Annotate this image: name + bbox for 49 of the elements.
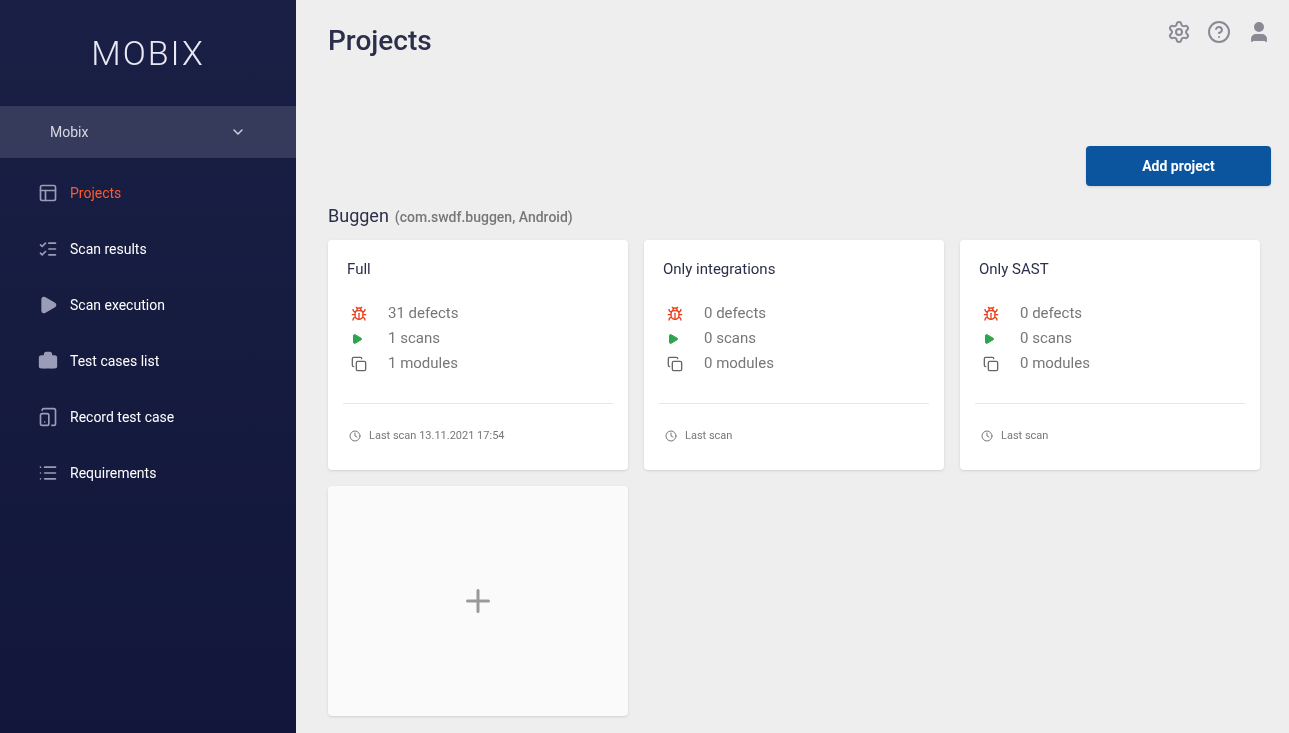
play-icon — [38, 295, 58, 315]
settings-icon[interactable] — [1167, 20, 1191, 44]
last-scan-text: Last scan — [1001, 427, 1049, 444]
checklist-icon — [38, 239, 58, 259]
bug-icon — [667, 305, 683, 322]
stat-text: 31 defects — [388, 303, 459, 325]
panel-icon — [38, 183, 58, 203]
play-icon — [983, 332, 995, 345]
clock-icon — [981, 429, 993, 442]
bug-icon — [983, 305, 999, 322]
play-icon — [351, 332, 363, 345]
stat-text: 0 scans — [1020, 328, 1072, 350]
add-project-button[interactable]: Add project — [1086, 146, 1271, 186]
card-title: Only integrations — [662, 259, 777, 280]
config-card[interactable]: Full 31 defects 1 scans 1 modules Last scan 13.11.2021 17:54 — [328, 240, 628, 470]
nav-item[interactable]: Scan results — [0, 221, 296, 277]
play-icon — [667, 332, 679, 345]
nav-item[interactable]: Record test case — [0, 389, 296, 445]
clock-icon — [349, 429, 361, 442]
card-title: Only SAST — [978, 259, 1050, 280]
card-title: Full — [346, 259, 372, 280]
stat-text: 0 defects — [704, 303, 767, 325]
bug-icon — [351, 305, 367, 322]
list-icon — [38, 463, 58, 483]
config-card[interactable]: Only integrations 0 defects 0 scans 0 modules Last scan — [644, 240, 944, 470]
workspace-dropdown[interactable]: Mobix — [0, 106, 296, 158]
logo: MOBIX — [91, 31, 205, 75]
nav-item[interactable]: Projects — [0, 165, 296, 221]
project-meta: (com.swdf.buggen, Android) — [394, 208, 573, 227]
stat-text: 0 scans — [704, 328, 756, 350]
nav-item[interactable]: Scan execution — [0, 277, 296, 333]
stat-text: 0 defects — [1020, 303, 1083, 325]
stat-text: 1 modules — [388, 353, 458, 375]
last-scan-text: Last scan 13.11.2021 17:54 — [369, 427, 505, 444]
clock-icon — [665, 429, 677, 442]
copy-icon — [351, 355, 367, 372]
briefcase-icon — [38, 351, 58, 371]
page-title: Projects — [328, 23, 432, 59]
project-name: Buggen — [328, 204, 389, 228]
last-scan-text: Last scan — [685, 427, 733, 444]
stat-text: 0 modules — [704, 353, 774, 375]
nav-item[interactable]: Test cases list — [0, 333, 296, 389]
copy-icon — [983, 355, 999, 372]
config-card[interactable]: Only SAST 0 defects 0 scans 0 modules Last scan — [960, 240, 1260, 470]
stat-text: 0 modules — [1020, 353, 1090, 375]
stat-text: 1 scans — [388, 328, 440, 350]
nav-item[interactable]: Requirements — [0, 445, 296, 501]
help-icon[interactable] — [1207, 20, 1231, 44]
copy-icon — [667, 355, 683, 372]
